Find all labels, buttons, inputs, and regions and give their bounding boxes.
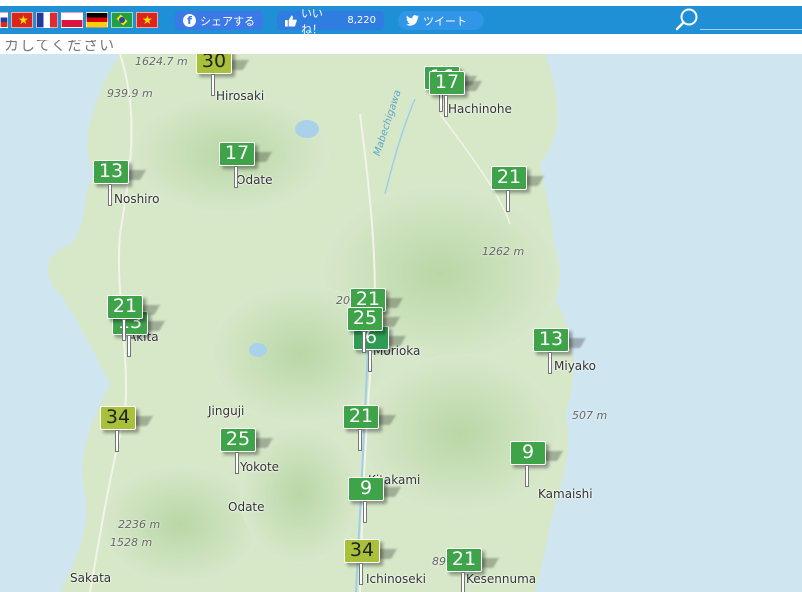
marker-pole [115,430,119,452]
place-odate: Odate [236,173,273,187]
like-label: いいね！ [300,6,323,36]
place-jinguji: Jinguji [208,404,245,418]
elevation-label: 1528 m [110,536,153,549]
aqi-value: 34 [344,539,380,563]
aqi-value: 21 [343,405,379,429]
top-bar: f シェアする いいね！ 8,220 ツイート カしてください [0,0,802,55]
place-yokote: Yokote [240,460,280,474]
aqi-value: 13 [533,328,569,352]
aqi-value: 21 [446,548,482,572]
elevation-label: 2236 m [118,518,161,531]
aqi-value: 21 [491,166,527,190]
elevation-label: 1624.7 m [135,55,188,68]
tweet-label: ツイート [423,14,467,28]
facebook-icon: f [183,14,196,27]
place-ichinoseki: Ichinoseki [366,572,426,586]
aqi-value: 30 [196,54,232,74]
aqi-value: 17 [219,142,255,166]
marker-pole [444,95,448,117]
elevation-label: 1262 m [482,245,525,258]
marker-pole [358,429,362,451]
marker-pole [122,319,126,341]
place-sakata: Sakata [70,571,112,585]
vn-flag-icon[interactable] [136,12,158,28]
marker-pole [211,74,215,96]
search-icon[interactable] [674,7,700,33]
aqi-value: 21 [107,295,143,319]
vn-flag-icon[interactable] [11,12,33,28]
marker-pole [368,350,372,372]
aqi-value: 25 [220,428,256,452]
aqi-value: 9 [348,477,384,501]
notice-banner: カしてください [0,40,802,55]
language-flags [0,12,158,28]
banner-text: カしてください [4,40,116,54]
tweet-button[interactable]: ツイート [398,11,484,30]
place-kesennuma: Kesennuma [466,572,537,586]
place-miyako: Miyako [554,359,597,373]
aqi-value: 25 [347,307,383,331]
facebook-share-button[interactable]: f シェアする [175,11,263,30]
marker-pole [461,572,465,592]
elevation-label: 20 [336,294,350,307]
aqi-value: 34 [100,406,136,430]
marker-pole [359,563,363,585]
facebook-share-label: シェアする [200,14,255,28]
marker-pole [548,352,552,374]
elevation-label: 89 [432,555,446,568]
fr-flag-icon[interactable] [36,12,58,28]
elevation-label: 507 m [572,409,608,422]
like-button[interactable]: いいね！ 8,220 [277,7,384,36]
twitter-bird-icon [406,15,419,26]
marker-pole [234,166,238,188]
br-flag-icon[interactable] [111,12,133,28]
place-hirosaki: Hirosaki [216,89,265,103]
marker-pole [506,190,510,212]
pl-flag-icon[interactable] [61,12,83,28]
marker-pole [363,501,367,523]
place-hachinohe: Hachinohe [448,102,512,116]
place-odate-south: Odate [228,500,265,514]
place-noshiro: Noshiro [114,192,160,206]
de-flag-icon[interactable] [86,12,108,28]
like-count: 8,220 [347,15,376,26]
marker-pole [362,331,366,353]
marker-pole [235,452,239,474]
place-kamaishi: Kamaishi [538,487,593,501]
aqi-value: 17 [429,71,465,95]
marker-pole [108,184,112,206]
elevation-label: 939.9 m [107,87,153,100]
search-input[interactable] [700,9,802,30]
thumbs-up-icon [285,14,297,27]
ru-flag-icon[interactable] [0,12,8,28]
map[interactable]: Hirosaki Hachinohe Noshiro Odate Akita M… [0,54,802,592]
marker-pole [127,335,131,357]
marker-pole [525,465,529,487]
aqi-value: 13 [93,160,129,184]
aqi-value: 9 [510,441,546,465]
